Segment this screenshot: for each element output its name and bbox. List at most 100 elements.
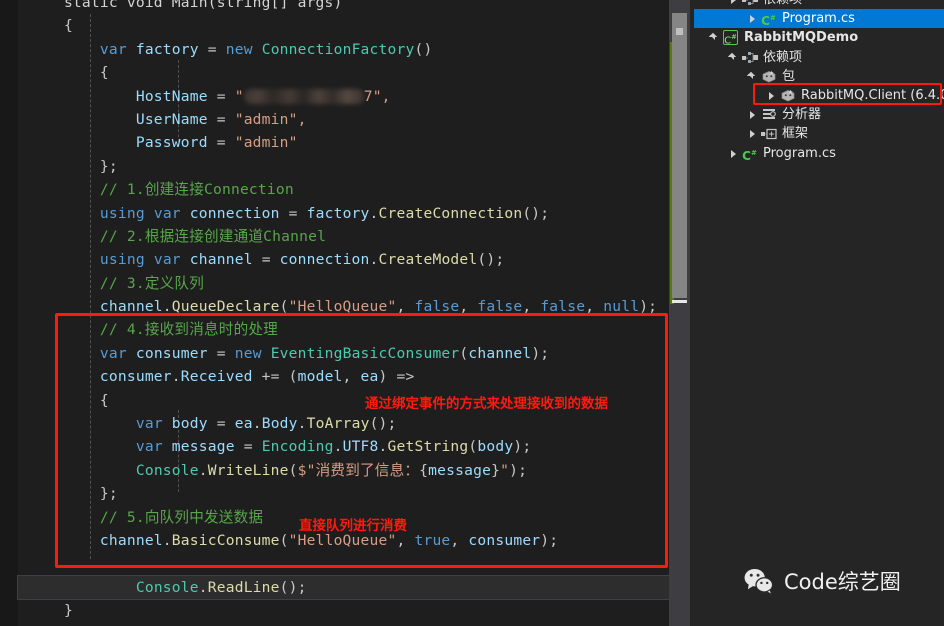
code-token: . [171, 368, 181, 386]
code-token: . [369, 251, 379, 269]
chevron-down-icon[interactable] [727, 48, 741, 67]
code-line[interactable]: HostName = " 7", [18, 85, 690, 108]
code-line[interactable]: channel.QueueDeclare("HelloQueue", false… [18, 295, 690, 318]
code-token: "admin" [234, 134, 298, 152]
code-line[interactable]: // 3.定义队列 [18, 272, 690, 295]
framework-icon [760, 124, 778, 143]
code-line[interactable]: // 2.根据连接创建通道Channel [18, 225, 690, 248]
chevron-right-icon[interactable] [746, 9, 760, 28]
chevron-down-icon[interactable] [708, 28, 722, 47]
code-line[interactable]: }; [18, 155, 690, 178]
code-line[interactable]: var message = Encoding.UTF8.GetString(bo… [18, 435, 690, 458]
tree-item-[interactable]: 依赖项 [694, 0, 944, 9]
code-token: = [216, 134, 235, 152]
code-token: WriteLine [207, 461, 289, 479]
code-line[interactable]: }; [18, 482, 690, 505]
editor-vertical-scrollbar[interactable] [669, 0, 690, 626]
code-line-selected[interactable]: Console.ReadLine(); [17, 574, 690, 601]
code-line[interactable] [18, 552, 690, 575]
code-line[interactable]: { [18, 61, 690, 84]
code-token: (); [477, 251, 505, 269]
code-token: , [459, 298, 478, 316]
chevron-right-icon[interactable] [765, 86, 779, 105]
code-token: ConnectionFactory [261, 40, 415, 58]
code-line[interactable]: using var channel = connection.CreateMod… [18, 248, 690, 271]
tree-item-rabbitmqdemo[interactable]: C# RabbitMQDemo [694, 28, 944, 47]
code-token: ) => [378, 368, 415, 386]
tree-item-[interactable]: 框架 [694, 124, 944, 143]
tree-item-program.cs[interactable]: C# Program.cs [694, 9, 944, 29]
code-token: false [477, 298, 523, 316]
code-line[interactable]: static void Main(string[] args) [18, 0, 690, 14]
code-line[interactable]: Password = "admin" [18, 131, 690, 154]
code-token: true [414, 531, 451, 549]
package-icon [779, 86, 797, 105]
code-line[interactable]: var consumer = new EventingBasicConsumer… [18, 342, 690, 365]
code-token: UTF8 [342, 438, 379, 456]
chevron-down-icon[interactable] [746, 67, 760, 86]
code-token: var [153, 251, 181, 269]
tree-item-program.cs[interactable]: C# Program.cs [694, 144, 944, 163]
code-token: "HelloQueue" [288, 531, 397, 549]
code-token: { [28, 64, 109, 82]
chevron-right-icon[interactable] [746, 105, 760, 124]
code-line[interactable]: var factory = new ConnectionFactory() [18, 38, 690, 61]
code-token: = [216, 415, 235, 433]
code-token: = [261, 251, 280, 269]
code-line[interactable]: { [18, 14, 690, 37]
code-token: , [342, 368, 361, 386]
chevron-right-icon[interactable] [727, 144, 741, 163]
code-token: } [28, 602, 73, 620]
code-token: var [135, 415, 163, 433]
tree-item-label: RabbitMQDemo [744, 30, 859, 46]
code-token: ReadLine [207, 578, 280, 596]
solution-tree[interactable]: 依赖项C#Program.csC#RabbitMQDemo依赖项包RabbitM… [694, 0, 944, 163]
code-token: , [396, 531, 415, 549]
code-line[interactable]: UserName = "admin", [18, 108, 690, 131]
tree-item-rabbitmq.client6.4.0[interactable]: RabbitMQ.Client (6.4.0) [694, 86, 944, 105]
tree-item-label: Program.cs [782, 11, 855, 27]
code-token: HostName [28, 87, 217, 105]
chevron-right-icon[interactable] [727, 0, 741, 9]
tree-item-[interactable]: 分析器 [694, 105, 944, 124]
tree-item-label: 框架 [782, 126, 809, 142]
code-token: new [225, 40, 253, 58]
scrollbar-thumb[interactable] [672, 13, 687, 298]
code-token: "admin", [234, 110, 307, 128]
code-line[interactable]: // 4.接收到消息时的处理 [18, 318, 690, 341]
code-line[interactable]: Console.WriteLine($"消费到了信息：{message}"); [18, 459, 690, 482]
code-token: { [419, 461, 429, 479]
code-token: = [216, 344, 235, 362]
code-token: { [28, 391, 109, 409]
code-token: Received [180, 368, 253, 386]
code-line[interactable]: var body = ea.Body.ToArray(); [18, 412, 690, 435]
code-token: = [288, 204, 307, 222]
code-token: . [198, 578, 208, 596]
code-token: factory [126, 40, 208, 58]
code-token: . [162, 298, 172, 316]
code-line[interactable]: // 1.创建连接Connection [18, 178, 690, 201]
tree-item-label: 包 [782, 68, 796, 84]
code-token: Body [261, 415, 298, 433]
code-token: "HelloQueue" [288, 298, 397, 316]
tree-item-[interactable]: 包 [694, 67, 944, 86]
code-token: CreateConnection [378, 204, 523, 222]
code-line[interactable]: } [18, 599, 690, 622]
code-token: ); [531, 344, 550, 362]
code-token: 7", [363, 87, 391, 105]
code-token: ( [279, 531, 289, 549]
code-token: . [198, 461, 208, 479]
solution-explorer-panel[interactable]: 依赖项C#Program.csC#RabbitMQDemo依赖项包RabbitM… [694, 0, 944, 626]
code-token: // 5.向队列中发送数据 [28, 508, 264, 526]
code-line[interactable]: consumer.Received += (model, ea) => [18, 365, 690, 388]
chevron-right-icon[interactable] [746, 124, 760, 143]
code-token: UserName [28, 110, 217, 128]
tree-item-[interactable]: 依赖项 [694, 48, 944, 67]
code-line[interactable]: using var connection = factory.CreateCon… [18, 202, 690, 225]
code-token: connection [180, 204, 289, 222]
